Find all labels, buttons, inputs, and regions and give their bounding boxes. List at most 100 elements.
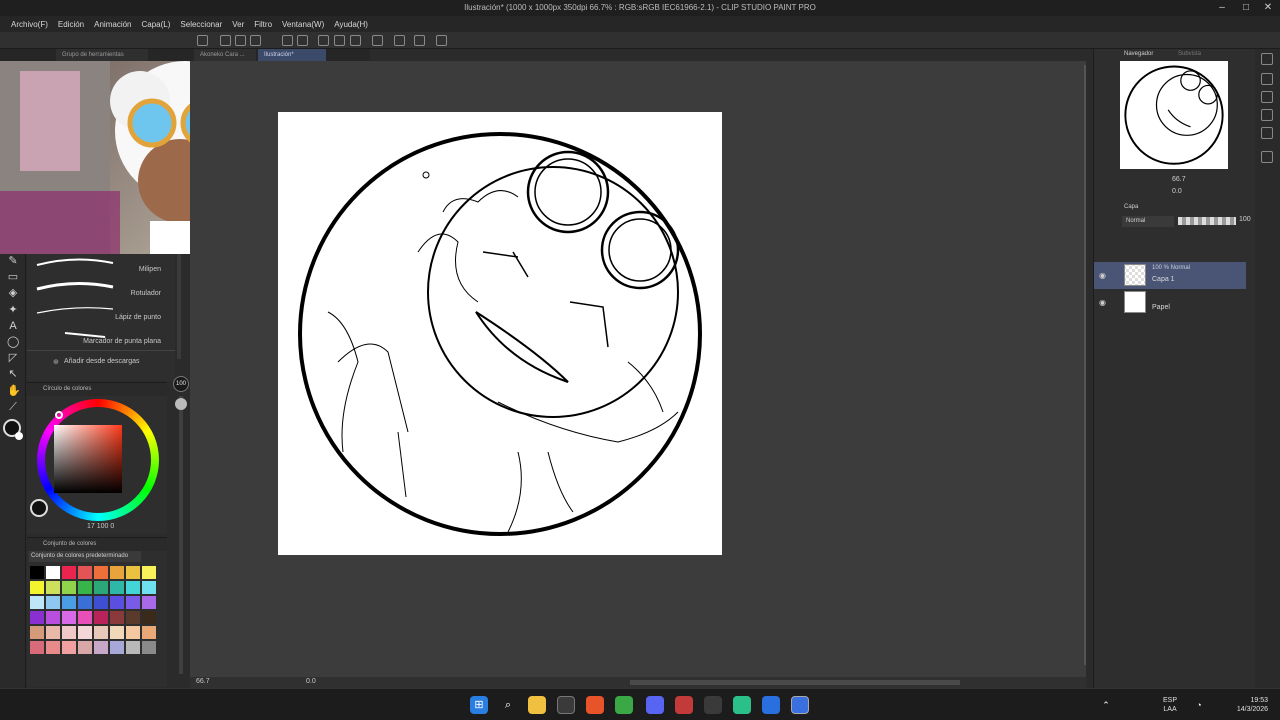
color-swatch[interactable]	[93, 610, 109, 625]
clear-icon[interactable]	[334, 35, 345, 46]
color-swatch[interactable]	[109, 595, 125, 610]
brush-size-track[interactable]	[179, 396, 183, 674]
navigator-thumbnail[interactable]	[1120, 61, 1228, 169]
discord-icon[interactable]	[646, 696, 664, 714]
hand-tool-icon[interactable]: ✋	[7, 385, 21, 397]
color-swatch[interactable]	[77, 625, 93, 640]
file-explorer-icon[interactable]	[528, 696, 546, 714]
menu-ventana[interactable]: Ventana(W)	[277, 20, 329, 29]
color-swatch[interactable]	[29, 625, 45, 640]
layer-panel-tab[interactable]: Capa	[1124, 204, 1138, 210]
panel-icon[interactable]	[1261, 127, 1273, 139]
eyedropper-tool-icon[interactable]: ⟋	[7, 401, 19, 413]
store-icon[interactable]	[557, 696, 575, 714]
new-file-icon[interactable]	[220, 35, 231, 46]
eraser-tool-icon[interactable]: ▭	[7, 271, 19, 283]
color-swatch[interactable]	[45, 625, 61, 640]
clip-studio-icon[interactable]	[197, 35, 208, 46]
pen-tool-icon[interactable]: ✎	[7, 255, 19, 267]
obs-icon[interactable]	[704, 696, 722, 714]
color-swatch[interactable]	[77, 565, 93, 580]
minecraft-icon[interactable]	[615, 696, 633, 714]
panel-icon[interactable]	[1261, 53, 1273, 65]
brush-marcador-punta-plana[interactable]: Marcador de punta plana	[31, 325, 161, 348]
panel-icon[interactable]	[1261, 73, 1273, 85]
redo-icon[interactable]	[297, 35, 308, 46]
saturation-value-square[interactable]	[54, 425, 122, 493]
operation-tool-icon[interactable]: ↖	[7, 368, 19, 380]
blend-mode-select[interactable]: Normal	[1122, 216, 1174, 227]
color-swatch[interactable]	[45, 580, 61, 595]
canvas-area[interactable]	[190, 61, 1086, 677]
color-swatch[interactable]	[45, 610, 61, 625]
color-swatch[interactable]	[125, 565, 141, 580]
color-swatch[interactable]	[29, 640, 45, 655]
color-swatch[interactable]	[61, 640, 77, 655]
tab-document-ilustracion[interactable]: Ilustración*	[258, 49, 326, 61]
color-swatch[interactable]	[141, 580, 157, 595]
color-swatch[interactable]	[93, 625, 109, 640]
color-swatch[interactable]	[45, 640, 61, 655]
color-swatch[interactable]	[29, 595, 45, 610]
color-swatch[interactable]	[109, 625, 125, 640]
tab-document-akoneko[interactable]: Akoneko Cara ...	[194, 49, 256, 61]
tab-tool-group[interactable]: Grupo de herramientas	[56, 49, 148, 61]
opacity-slider[interactable]	[1178, 217, 1236, 225]
help-icon[interactable]	[414, 35, 425, 46]
color-swatch[interactable]	[141, 595, 157, 610]
brush-rotulador[interactable]: Rotulador	[31, 277, 161, 300]
drawing-canvas[interactable]	[278, 112, 722, 555]
menu-edicion[interactable]: Edición	[53, 20, 89, 29]
color-swatch[interactable]	[61, 595, 77, 610]
color-swatch[interactable]	[141, 625, 157, 640]
brush-lapiz-de-punto[interactable]: Lápiz de punto	[31, 301, 161, 324]
color-swatch[interactable]	[141, 640, 157, 655]
decoration-tool-icon[interactable]: ✦	[7, 304, 19, 316]
language-indicator[interactable]: ESP LAA	[1163, 696, 1177, 714]
panel-icon[interactable]	[1261, 109, 1273, 121]
menu-ayuda[interactable]: Ayuda(H)	[329, 20, 373, 29]
app-icon[interactable]	[675, 696, 693, 714]
subtool-scrollbar[interactable]	[177, 254, 181, 359]
fill-tool-icon[interactable]: ◈	[7, 287, 19, 299]
canvas-vertical-scrollbar[interactable]	[1084, 65, 1086, 665]
tray-chevron-icon[interactable]: ⌃	[1097, 696, 1115, 714]
menu-archivo[interactable]: Archivo(F)	[6, 20, 53, 29]
color-swatch[interactable]	[93, 580, 109, 595]
brush-size-slider-knob[interactable]	[175, 398, 187, 410]
open-file-icon[interactable]	[235, 35, 246, 46]
clip-studio-taskbar-icon[interactable]	[762, 696, 780, 714]
app-icon[interactable]	[733, 696, 751, 714]
color-swatch[interactable]	[125, 595, 141, 610]
canvas-horizontal-scrollbar[interactable]	[630, 680, 960, 685]
color-swatch[interactable]	[109, 610, 125, 625]
color-swatch[interactable]	[61, 565, 77, 580]
color-swatch[interactable]	[77, 595, 93, 610]
layer-row-papel[interactable]: ◉ Papel	[1094, 289, 1246, 316]
menu-filtro[interactable]: Filtro	[249, 20, 277, 29]
wifi-icon[interactable]: ◔	[1190, 696, 1208, 714]
add-from-downloads-button[interactable]: Añadir desde descargas	[64, 358, 140, 365]
panel-icon[interactable]	[1261, 91, 1273, 103]
menu-capa[interactable]: Capa(L)	[137, 20, 176, 29]
color-swatch[interactable]	[125, 640, 141, 655]
clip-studio-paint-icon[interactable]	[791, 696, 809, 714]
color-swatch[interactable]	[141, 565, 157, 580]
color-swatch[interactable]	[109, 565, 125, 580]
text-tool-icon[interactable]: A	[7, 320, 19, 332]
color-swatch[interactable]	[45, 595, 61, 610]
close-icon[interactable]: ✕	[1262, 2, 1274, 14]
color-swatch[interactable]	[77, 640, 93, 655]
menu-animacion[interactable]: Animación	[89, 20, 136, 29]
flip-icon[interactable]	[372, 35, 383, 46]
color-swatch[interactable]	[125, 625, 141, 640]
layer-row-capa-1[interactable]: ◉ 100 % Normal Capa 1	[1094, 262, 1246, 289]
snap-icon[interactable]	[436, 35, 447, 46]
clock[interactable]: 19:53 14/3/2026	[1222, 696, 1268, 714]
navigator-tab[interactable]: Navegador	[1124, 51, 1153, 57]
color-swatch[interactable]	[29, 565, 45, 580]
color-set-select[interactable]: Conjunto de colores predeterminado	[29, 551, 141, 562]
lasso-tool-icon[interactable]: ◯	[7, 336, 19, 348]
color-swatch[interactable]	[141, 610, 157, 625]
start-icon[interactable]: ⊞	[470, 696, 488, 714]
